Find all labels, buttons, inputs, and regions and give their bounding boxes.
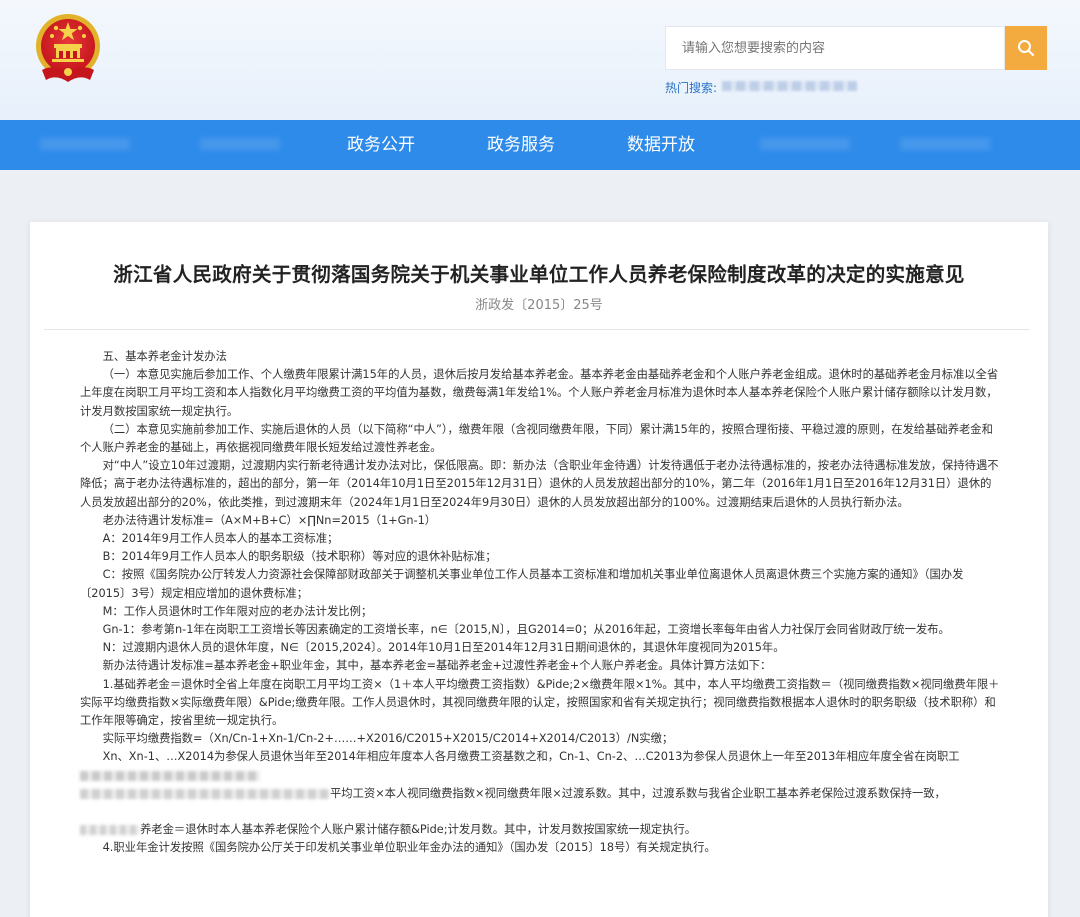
blurred-segment — [80, 825, 140, 836]
blurred-line — [80, 767, 1000, 785]
partially-blurred-line: 平均工资×本人视同缴费指数×视同缴费年限×过渡系数。其中，过渡系数与我省企业职工… — [80, 785, 1000, 803]
search-icon — [1018, 40, 1035, 57]
line-text: 养老金＝退休时本人基本养老保险个人账户累计储存额&Pide;计发月数。其中，计发… — [140, 823, 697, 837]
article-body: 五、基本养老金计发办法 （一）本意见实施后参加工作、个人缴费年限累计满15年的人… — [80, 348, 1000, 858]
nav-ghost-item — [40, 138, 130, 150]
nav-ghost-item — [760, 138, 850, 150]
paragraph: 1.基础养老金＝退休时全省上年度在岗职工月平均工资×（1＋本人平均缴费工资指数）… — [80, 677, 1000, 728]
search-input[interactable] — [665, 26, 1005, 70]
nav-ghost-item — [900, 138, 990, 150]
paragraph: （一）本意见实施后参加工作、个人缴费年限累计满15年的人员，退休后按月发给基本养… — [80, 368, 999, 418]
main-nav: 政务公开 政务服务 数据开放 — [0, 120, 1080, 170]
search-button[interactable] — [1005, 26, 1047, 70]
document-number: 浙政发〔2015〕25号 — [475, 298, 603, 313]
paragraph: 对“中人”设立10年过渡期，过渡期内实行新老待遇计发办法对比，保低限高。即：新办… — [80, 459, 999, 509]
definition-line: C：按照《国务院办公厅转发人力资源社会保障部财政部关于调整机关事业单位工作人员基… — [80, 568, 964, 600]
definition-line: Gn-1：参考第n-1年在岗职工工资增长等因素确定的工资增长率，n∈〔2015,… — [102, 623, 950, 637]
national-emblem-icon[interactable] — [34, 12, 102, 84]
definition-line: A：2014年9月工作人员本人的基本工资标准； — [102, 532, 339, 546]
definition-line: N：过渡期内退休人员的退休年度，N∈〔2015,2024〕。2014年10月1日… — [102, 641, 785, 655]
article-title: 浙江省人民政府关于贯彻落国务院关于机关事业单位工作人员养老保险制度改革的决定的实… — [113, 263, 965, 286]
definition-line: B：2014年9月工作人员本人的职务职级（技术职称）等对应的退休补贴标准； — [102, 550, 497, 564]
nav-item-government-services[interactable]: 政务服务 — [487, 120, 555, 170]
blurred-segment — [80, 788, 330, 799]
nav-ghost-item — [200, 138, 280, 150]
blurred-line — [80, 803, 1000, 821]
definition-line: M：工作人员退休时工作年限对应的老办法计发比例； — [102, 604, 373, 618]
site-header: 热门搜索: — [0, 0, 1080, 120]
article-card: 浙江省人民政府关于贯彻落国务院关于机关事业单位工作人员养老保险制度改革的决定的实… — [30, 222, 1048, 917]
paragraph: Xn、Xn-1、…X2014为参保人员退休当年至2014年相应年度本人各月缴费工… — [102, 750, 960, 764]
partially-blurred-line: 养老金＝退休时本人基本养老保险个人账户累计储存额&Pide;计发月数。其中，计发… — [80, 821, 1000, 839]
paragraph: 4.职业年金计发按照《国务院办公厅关于印发机关事业单位职业年金办法的通知》（国办… — [102, 841, 716, 855]
nav-item-open-data[interactable]: 数据开放 — [627, 120, 695, 170]
paragraph: （二）本意见实施前参加工作、实施后退休的人员（以下简称“中人”），缴费年限（含视… — [80, 422, 993, 455]
line-text: 平均工资×本人视同缴费指数×视同缴费年限×过渡系数。其中，过渡系数与我省企业职工… — [330, 786, 946, 800]
nav-item-government-affairs[interactable]: 政务公开 — [347, 120, 415, 170]
hot-search-label: 热门搜索: — [665, 81, 718, 95]
formula-line: 老办法待遇计发标准=（A×M+B+C）×∏Nn=2015（1+Gn-1） — [102, 513, 437, 527]
paragraph: 新办法待遇计发标准=基本养老金+职业年金，其中，基本养老金=基础养老金+过渡性养… — [102, 659, 772, 673]
formula-line: 实际平均缴费指数=（Xn/Cn-1+Xn-1/Cn-2+……+X2016/C20… — [102, 732, 674, 746]
title-divider — [44, 329, 1030, 330]
hot-search-links-blurred[interactable] — [722, 81, 857, 91]
section-heading: 五、基本养老金计发办法 — [102, 350, 227, 363]
